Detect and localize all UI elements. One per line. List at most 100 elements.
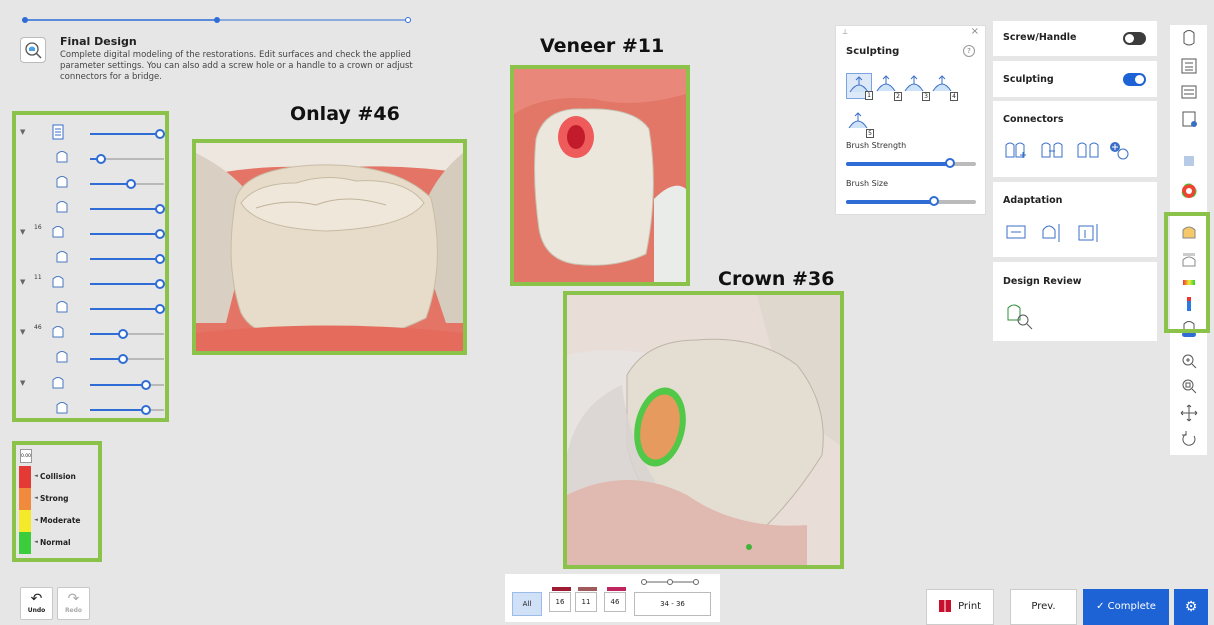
sculpt-tool-1-icon[interactable]: 1 [846, 73, 873, 100]
slider-knob[interactable] [155, 129, 166, 139]
color-wheel-icon[interactable] [1180, 182, 1198, 200]
expand-caret-icon[interactable]: ▼ [20, 128, 25, 136]
opacity-slider[interactable] [90, 254, 166, 264]
layer-tooth-icon[interactable] [54, 249, 70, 265]
slider-knob[interactable] [155, 279, 166, 289]
tooth-range-field[interactable]: 34 - 36 [634, 592, 711, 616]
slider-knob[interactable] [118, 354, 129, 364]
slider-knob[interactable] [96, 154, 107, 164]
sculpting-card-title: Sculpting [1003, 74, 1054, 85]
expand-caret-icon[interactable]: ▼ [20, 379, 25, 387]
slider-knob[interactable] [155, 254, 166, 264]
slider-knob[interactable] [140, 405, 151, 415]
opacity-slider[interactable] [90, 229, 166, 239]
tool-number: 5 [866, 129, 874, 138]
tab-46[interactable]: 46 [604, 587, 626, 612]
veneer-view[interactable] [510, 65, 690, 286]
expand-caret-icon[interactable]: ▼ [20, 228, 25, 236]
opacity-slider[interactable] [90, 204, 166, 214]
brush-strength-slider[interactable] [846, 158, 976, 168]
layer-tooth-icon[interactable] [50, 375, 66, 391]
sculpt-tool-5-icon[interactable]: 5 [846, 110, 874, 138]
settings-gear-icon[interactable]: ⚙ [1174, 589, 1208, 625]
legend-arrow-icon[interactable]: ◄ [34, 495, 38, 501]
sculpt-tool-2-icon[interactable]: 2 [874, 73, 902, 101]
parameters-icon[interactable] [1180, 57, 1198, 75]
legend-arrow-icon[interactable]: ◄ [34, 517, 38, 523]
opacity-slider[interactable] [90, 129, 166, 139]
opacity-slider[interactable] [90, 304, 166, 314]
crown-view[interactable] [563, 291, 844, 569]
design-review-card: Design Review [993, 262, 1157, 341]
zoom-fit-icon[interactable] [1180, 377, 1198, 395]
view-cube-icon[interactable] [1180, 152, 1198, 170]
brush-size-slider[interactable] [846, 196, 976, 206]
layer-tooth-icon[interactable] [50, 224, 66, 240]
zoom-in-icon[interactable] [1180, 352, 1198, 370]
opacity-slider[interactable] [90, 279, 166, 289]
opacity-slider[interactable] [90, 179, 164, 189]
step-2-dot [214, 17, 220, 23]
layer-tooth-icon[interactable] [50, 324, 66, 340]
report-icon[interactable] [1180, 110, 1198, 128]
pin-icon[interactable]: ⊥ [842, 28, 848, 36]
rotate-icon[interactable] [1180, 430, 1198, 448]
brush-size-knob[interactable] [929, 196, 940, 206]
layer-tooth-icon[interactable] [50, 124, 66, 140]
sculpt-tool-3-icon[interactable]: 3 [902, 73, 930, 101]
tab-16[interactable]: 16 [549, 587, 571, 612]
close-icon[interactable]: × [971, 26, 979, 37]
expand-caret-icon[interactable]: ▼ [20, 278, 25, 286]
redo-button[interactable]: ↷ Redo [57, 587, 90, 620]
slider-knob[interactable] [155, 304, 166, 314]
layer-tooth-icon[interactable] [50, 274, 66, 290]
sculpt-tool-4-icon[interactable]: 4 [930, 73, 958, 101]
connector-tools [1005, 142, 1129, 160]
slider-knob[interactable] [125, 179, 136, 189]
redo-icon: ↷ [67, 591, 80, 607]
tooth-info-icon[interactable] [1180, 29, 1198, 47]
distance-legend: 0.00 ◄ Collision ◄ Strong ◄ Moderate ◄ Normal [12, 441, 102, 562]
opacity-slider[interactable] [90, 329, 164, 339]
prev-button[interactable]: Prev. [1010, 589, 1077, 625]
legend-value[interactable]: 0.00 [20, 449, 32, 463]
print-button[interactable]: Print [926, 589, 994, 625]
slider-knob[interactable] [155, 229, 166, 239]
slider-knob[interactable] [155, 204, 166, 214]
complete-button[interactable]: ✓ Complete [1083, 589, 1169, 625]
screw-handle-toggle[interactable] [1123, 32, 1146, 45]
slider-knob[interactable] [118, 329, 129, 339]
pan-icon[interactable] [1180, 404, 1198, 422]
onlay-caption: Onlay #46 [290, 103, 400, 125]
layer-tooth-icon[interactable] [54, 349, 70, 365]
layer-tooth-icon[interactable] [54, 400, 70, 416]
sculpting-toggle[interactable] [1123, 73, 1146, 86]
slider-knob[interactable] [140, 380, 151, 390]
onlay-view[interactable] [192, 139, 467, 355]
opacity-slider[interactable] [90, 405, 164, 415]
layer-tooth-icon[interactable] [54, 299, 70, 315]
tab-all[interactable]: All [512, 592, 542, 616]
layer-row: ▼ 11 [16, 271, 166, 296]
layer-tooth-icon[interactable] [54, 149, 70, 165]
adaptation-title: Adaptation [1003, 195, 1063, 206]
help-icon[interactable]: ? [963, 45, 975, 57]
expand-caret-icon[interactable]: ▼ [20, 328, 25, 336]
legend-arrow-icon[interactable]: ◄ [34, 473, 38, 479]
keyboard-icon[interactable] [1180, 83, 1198, 101]
tab-11[interactable]: 11 [575, 587, 597, 612]
connector-size-icon [1110, 142, 1129, 160]
layer-tooth-icon[interactable] [54, 174, 70, 190]
legend-arrow-icon[interactable]: ◄ [34, 539, 38, 545]
layer-tooth-icon[interactable] [54, 199, 70, 215]
redo-label: Redo [64, 607, 83, 614]
crown-caption: Crown #36 [718, 268, 835, 290]
opacity-slider[interactable] [90, 354, 164, 364]
opacity-slider[interactable] [90, 154, 164, 164]
range-slider-icon[interactable] [640, 578, 700, 586]
legend-swatch [19, 532, 31, 554]
brush-strength-knob[interactable] [945, 158, 955, 168]
undo-button[interactable]: ↶ Undo [20, 587, 53, 620]
design-review-icon[interactable] [1005, 302, 1035, 330]
opacity-slider[interactable] [90, 380, 164, 390]
